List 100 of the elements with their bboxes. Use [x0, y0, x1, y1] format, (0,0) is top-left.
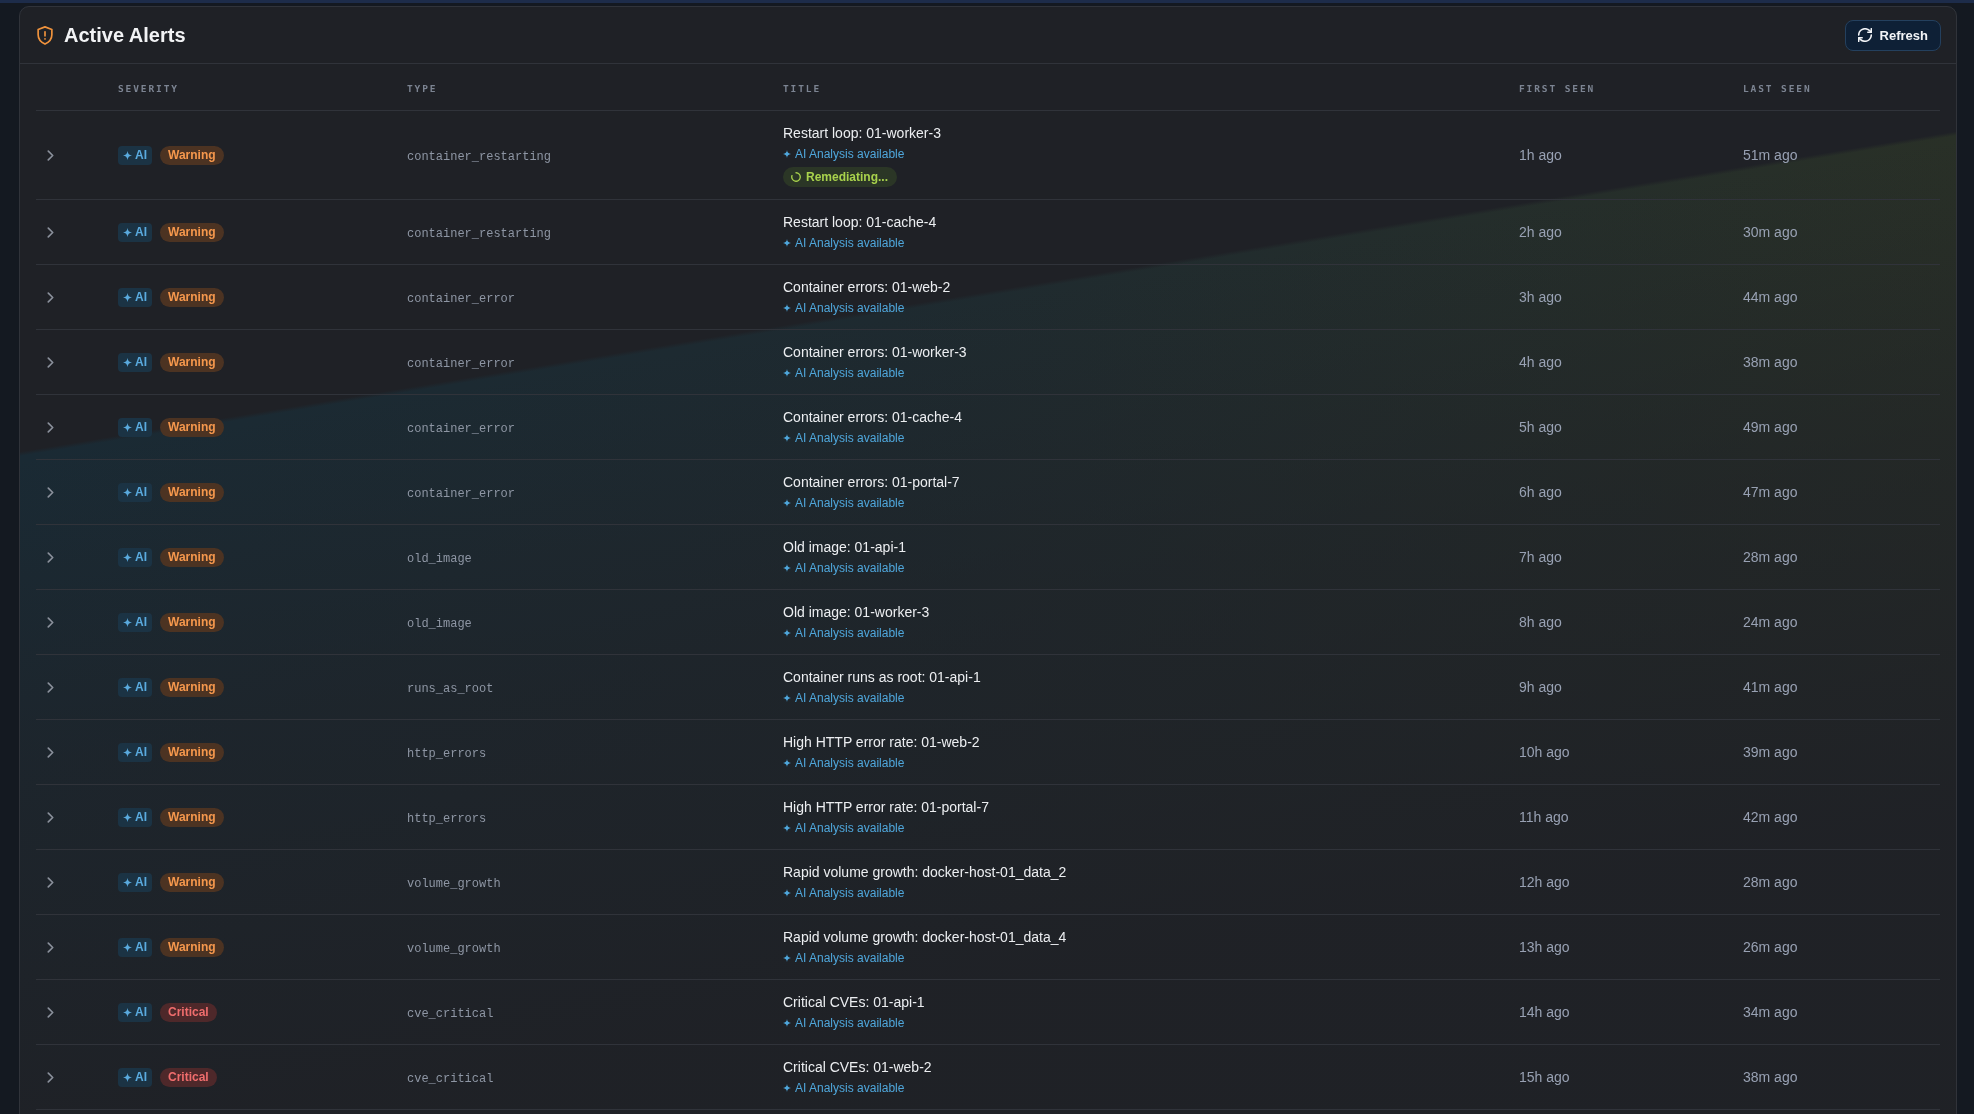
ai-analysis-link[interactable]: AI Analysis available: [795, 1081, 905, 1095]
alert-title: High HTTP error rate: 01-web-2: [783, 733, 980, 752]
chevron-right-icon[interactable]: [47, 486, 54, 498]
chevron-right-icon[interactable]: [47, 616, 54, 628]
alert-title: Rapid volume growth: docker-host-01_data_4: [783, 928, 1067, 947]
alert-title: Container errors: 01-web-2: [783, 278, 951, 297]
ai-analysis-link[interactable]: AI Analysis available: [795, 301, 905, 315]
ai-analysis-link[interactable]: AI Analysis available: [795, 1016, 905, 1030]
ai-analysis-link[interactable]: AI Analysis available: [795, 561, 905, 575]
alert-title: Critical CVEs: 01-web-2: [783, 1058, 932, 1077]
first-seen-time: 8h ago: [1519, 614, 1562, 630]
sparkle-icon: [123, 552, 132, 562]
alert-title: Container errors: 01-portal-7: [783, 473, 960, 492]
chevron-right-icon[interactable]: [47, 681, 54, 693]
ai-analysis-link[interactable]: AI Analysis available: [795, 236, 905, 250]
ai-label: AI: [135, 485, 147, 499]
severity-badge: Warning: [160, 145, 224, 165]
ai-analysis-link[interactable]: AI Analysis available: [795, 821, 905, 835]
chevron-right-icon[interactable]: [47, 811, 54, 823]
sparkle-icon: [123, 682, 132, 692]
ai-analysis-link[interactable]: AI Analysis available: [795, 431, 905, 445]
ai-analysis-link[interactable]: AI Analysis available: [795, 147, 905, 161]
alert-title: Old image: 01-worker-3: [783, 603, 930, 622]
sparkle-icon: [783, 694, 791, 702]
chevron-right-icon[interactable]: [47, 421, 54, 433]
last-seen-time: 38m ago: [1743, 1069, 1798, 1085]
ai-analysis-link[interactable]: AI Analysis available: [795, 691, 905, 705]
severity-badge: Warning: [160, 677, 224, 697]
column-header: TITLE: [783, 81, 823, 94]
chevron-right-icon[interactable]: [47, 149, 54, 161]
severity-badge: Warning: [160, 937, 224, 957]
sparkle-icon: [123, 357, 132, 367]
ai-analysis-link[interactable]: AI Analysis available: [795, 366, 905, 380]
spinner-icon: [791, 172, 801, 182]
alert-type: container_restarting: [407, 150, 552, 164]
first-seen-time: 4h ago: [1519, 354, 1562, 370]
alert-title: Old image: 01-api-1: [783, 538, 906, 557]
sparkle-icon: [783, 434, 791, 442]
refresh-button[interactable]: Refresh: [1844, 19, 1941, 51]
last-seen-time: 34m ago: [1743, 1004, 1798, 1020]
ai-analysis-link[interactable]: AI Analysis available: [795, 496, 905, 510]
chevron-right-icon[interactable]: [47, 291, 54, 303]
last-seen-time: 30m ago: [1743, 224, 1798, 240]
alert-title: Critical CVEs: 01-api-1: [783, 993, 925, 1012]
sparkle-icon: [783, 1084, 791, 1092]
ai-label: AI: [135, 1005, 147, 1019]
chevron-right-icon[interactable]: [47, 226, 54, 238]
first-seen-time: 5h ago: [1519, 419, 1562, 435]
sparkle-icon: [123, 150, 132, 160]
last-seen-time: 39m ago: [1743, 744, 1798, 760]
ai-label: AI: [135, 680, 147, 694]
sparkle-icon: [123, 877, 132, 887]
chevron-right-icon[interactable]: [47, 941, 54, 953]
last-seen-time: 49m ago: [1743, 419, 1798, 435]
first-seen-time: 9h ago: [1519, 679, 1562, 695]
alert-type: container_error: [407, 422, 516, 436]
ai-label: AI: [135, 148, 147, 162]
chevron-right-icon[interactable]: [47, 876, 54, 888]
first-seen-time: 7h ago: [1519, 549, 1562, 565]
last-seen-time: 44m ago: [1743, 289, 1798, 305]
first-seen-time: 12h ago: [1519, 874, 1570, 890]
sparkle-icon: [783, 759, 791, 767]
last-seen-time: 28m ago: [1743, 549, 1798, 565]
alert-title: Container errors: 01-cache-4: [783, 408, 962, 427]
severity-badge: Critical: [160, 1002, 217, 1022]
sparkle-icon: [783, 499, 791, 507]
first-seen-time: 11h ago: [1519, 809, 1569, 825]
sparkle-icon: [123, 487, 132, 497]
sparkle-icon: [783, 304, 791, 312]
ai-analysis-link[interactable]: AI Analysis available: [795, 886, 905, 900]
chevron-right-icon[interactable]: [47, 1071, 54, 1083]
ai-label: AI: [135, 355, 147, 369]
column-header: LAST SEEN: [1743, 81, 1813, 94]
severity-badge: Warning: [160, 807, 224, 827]
alert-title: Container errors: 01-worker-3: [783, 343, 967, 362]
ai-analysis-link[interactable]: AI Analysis available: [795, 951, 905, 965]
chevron-right-icon[interactable]: [47, 356, 54, 368]
alert-type: cve_critical: [407, 1007, 494, 1021]
ai-analysis-link[interactable]: AI Analysis available: [795, 756, 905, 770]
ai-analysis-link[interactable]: AI Analysis available: [795, 626, 905, 640]
last-seen-time: 42m ago: [1743, 809, 1798, 825]
chevron-right-icon[interactable]: [47, 746, 54, 758]
alert-title: Restart loop: 01-cache-4: [783, 213, 937, 232]
first-seen-time: 3h ago: [1519, 289, 1562, 305]
last-seen-time: 26m ago: [1743, 939, 1798, 955]
alert-type: volume_growth: [407, 942, 501, 956]
sparkle-icon: [783, 889, 791, 897]
last-seen-time: 24m ago: [1743, 614, 1798, 630]
alert-type: old_image: [407, 552, 472, 566]
sparkle-icon: [783, 239, 791, 247]
sparkle-icon: [123, 1007, 132, 1017]
alert-type: container_restarting: [407, 227, 552, 241]
sparkle-icon: [783, 629, 791, 637]
ai-label: AI: [135, 875, 147, 889]
chevron-right-icon[interactable]: [47, 1006, 54, 1018]
first-seen-time: 2h ago: [1519, 224, 1562, 240]
chevron-right-icon[interactable]: [47, 551, 54, 563]
ai-label: AI: [135, 1070, 147, 1084]
shield-alert-icon: [37, 25, 53, 45]
ai-label: AI: [135, 225, 147, 239]
